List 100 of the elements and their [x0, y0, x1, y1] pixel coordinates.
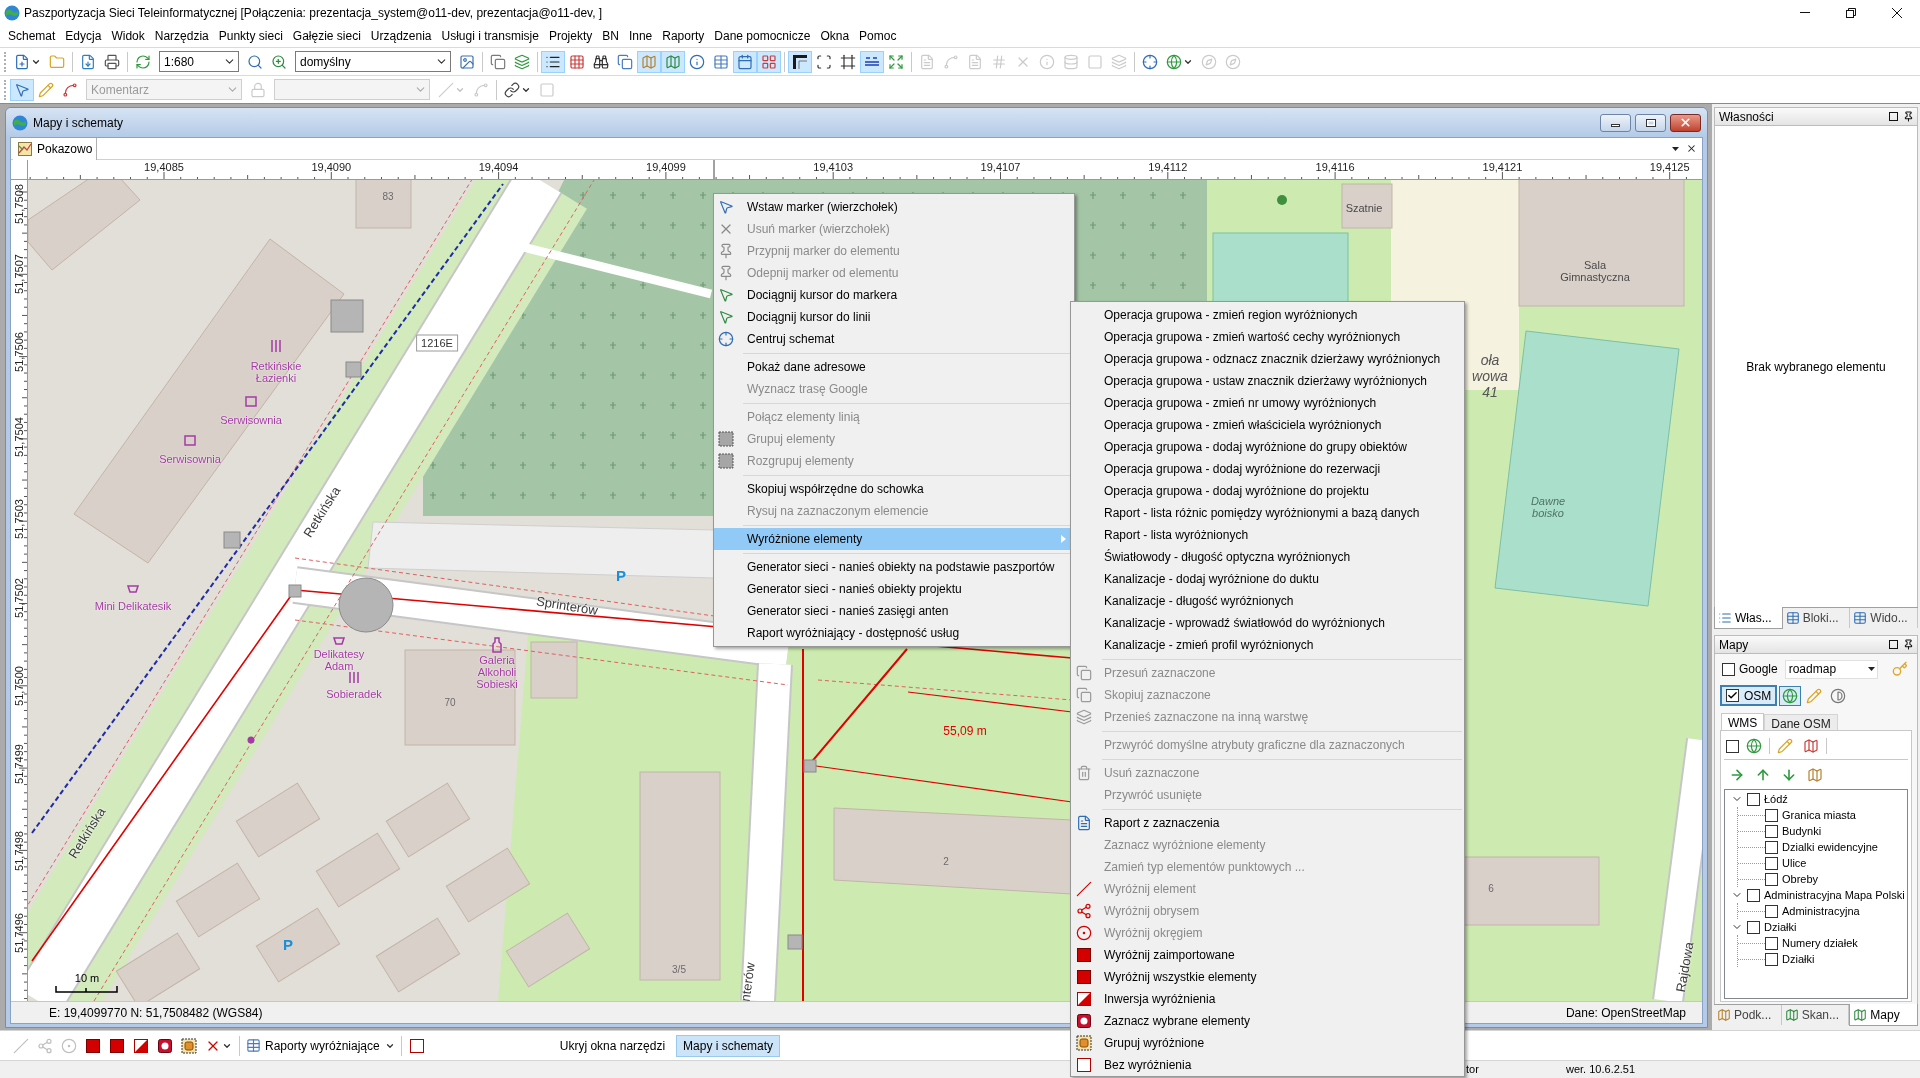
menu-item[interactable]: Grupuj wyróżnione: [1071, 1032, 1464, 1054]
menu-item[interactable]: Operacja grupowa - dodaj wyróżnione do grupy obiektów: [1071, 436, 1464, 458]
menu-item[interactable]: Operacja grupowa - dodaj wyróżnione do projektu: [1071, 480, 1464, 502]
menu-item[interactable]: Skopiuj współrzędne do schowka: [714, 478, 1074, 500]
checkbox[interactable]: [1765, 872, 1778, 886]
panel-tab[interactable]: Podk...: [1714, 1005, 1782, 1025]
checkbox[interactable]: [1765, 904, 1778, 918]
map-type-dropdown[interactable]: roadmap: [1784, 659, 1878, 679]
menu-bar-item[interactable]: Usługi i transmisje: [436, 25, 544, 47]
menu-item[interactable]: Pokaż dane adresowe: [714, 356, 1074, 378]
menu-item[interactable]: Generator sieci - nanieś obiekty na podstawie paszportów: [714, 556, 1074, 578]
menu-item[interactable]: Raport wyróżniający - dostępność usług: [714, 622, 1074, 644]
menu-item[interactable]: Generator sieci - nanieś zasięgi anten: [714, 600, 1074, 622]
reports-dropdown-button[interactable]: Raporty wyróżniające: [243, 1034, 398, 1057]
dropdown-field[interactable]: domyślny: [295, 51, 451, 72]
tree-item-label[interactable]: Granica miasta: [1782, 806, 1856, 824]
menu-item[interactable]: Operacja grupowa - ustaw znacznik dzierżawy wyróżnionych: [1071, 370, 1464, 392]
checkbox-label[interactable]: Google: [1739, 660, 1778, 678]
menu-item[interactable]: Kanalizacje - długość wyróżnionych: [1071, 590, 1464, 612]
pin-panel-button[interactable]: [1903, 111, 1914, 122]
minimize-button[interactable]: [1600, 113, 1631, 132]
tab[interactable]: WMS: [1721, 713, 1765, 731]
checkbox[interactable]: [1747, 888, 1760, 902]
checkbox[interactable]: [1726, 739, 1739, 753]
float-panel-button[interactable]: [1888, 111, 1899, 122]
menu-bar-item[interactable]: Raporty: [657, 25, 710, 47]
menu-item[interactable]: Raport - lista różnic pomiędzy wyróżnionymi a bazą danych: [1071, 502, 1464, 524]
menu-bar-item[interactable]: Narzędzia: [149, 25, 214, 47]
tree-item-label[interactable]: Obreby: [1782, 870, 1819, 888]
maximize-button[interactable]: [1635, 113, 1666, 132]
menu-item[interactable]: Operacja grupowa - zmień nr umowy wyróżnionych: [1071, 392, 1464, 414]
menu-item[interactable]: Dociągnij kursor do linii: [714, 306, 1074, 328]
checkbox[interactable]: [1747, 920, 1760, 934]
tree-item-label[interactable]: Administracyjna Mapa Polski: [1764, 886, 1905, 904]
menu-bar-item[interactable]: Urządzenia: [365, 25, 437, 47]
close-button[interactable]: [1670, 113, 1701, 132]
checkbox[interactable]: [1765, 840, 1778, 854]
panel-tab[interactable]: Włas...: [1714, 607, 1783, 629]
tree-item-label[interactable]: Budynki: [1782, 822, 1822, 840]
tree-item-label[interactable]: Numery działek: [1782, 934, 1858, 952]
menu-bar-item[interactable]: BN: [597, 25, 624, 47]
menu-item[interactable]: Raport - lista wyróżnionych: [1071, 524, 1464, 546]
menu-item[interactable]: Bez wyróżnienia: [1071, 1054, 1464, 1076]
menu-item[interactable]: Wstaw marker (wierzchołek): [714, 196, 1074, 218]
menu-bar-item[interactable]: Okna: [815, 25, 855, 47]
menu-bar-item[interactable]: Inne: [623, 25, 658, 47]
menu-bar-item[interactable]: Edycja: [60, 25, 107, 47]
dashed-square-icon: [718, 431, 734, 447]
node-icon: [345, 361, 362, 378]
tab[interactable]: Dane OSM: [1764, 714, 1838, 730]
tree-item-label[interactable]: Działki: [1782, 950, 1815, 968]
tree-item-label[interactable]: Dzialki ewidencyjne: [1782, 838, 1878, 856]
tree-item-label[interactable]: Administracyjna: [1782, 902, 1860, 920]
menu-item[interactable]: Raport z zaznaczenia: [1071, 812, 1464, 834]
checkbox[interactable]: [1722, 662, 1735, 676]
menu-item[interactable]: Inwersja wyróżnienia: [1071, 988, 1464, 1010]
float-panel-button[interactable]: [1888, 639, 1899, 650]
checkbox[interactable]: [1765, 952, 1778, 966]
menu-item[interactable]: Operacja grupowa - zmień właściciela wyróżnionych: [1071, 414, 1464, 436]
checkbox[interactable]: [1747, 792, 1760, 806]
panel-tab[interactable]: Bloki...: [1782, 608, 1851, 628]
menu-item[interactable]: Zaznacz wybrane elementy: [1071, 1010, 1464, 1032]
menu-item[interactable]: Operacja grupowa - zmień wartość cechy wyróżnionych: [1071, 326, 1464, 348]
globe-button[interactable]: [1779, 685, 1802, 706]
menu-item[interactable]: Operacja grupowa - odznacz znacznik dzierżawy wyróżnionych: [1071, 348, 1464, 370]
checkbox[interactable]: [1765, 808, 1778, 822]
menu-item[interactable]: Kanalizacje - dodaj wyróżnione do duktu: [1071, 568, 1464, 590]
document-tab[interactable]: Pokazowo: [13, 137, 98, 160]
menu-item[interactable]: Kanalizacje - wprowadź światłowód do wyróżnionych: [1071, 612, 1464, 634]
menu-item[interactable]: Światłowody - długość optyczna wyróżnionych: [1071, 546, 1464, 568]
menu-bar-item[interactable]: Dane pomocnicze: [709, 25, 816, 47]
tree-item-label[interactable]: Łódź: [1764, 790, 1788, 808]
menu-bar-item[interactable]: Gałęzie sieci: [287, 25, 366, 47]
dropdown-field[interactable]: 1:680: [159, 51, 239, 72]
window-bar-button[interactable]: Mapy i schematy: [676, 1034, 781, 1057]
pin-panel-button[interactable]: [1903, 639, 1914, 650]
menu-item[interactable]: Operacja grupowa - zmień region wyróżnionych: [1071, 304, 1464, 326]
menu-bar-item[interactable]: Schemat: [3, 25, 61, 47]
menu-bar-item[interactable]: Projekty: [543, 25, 598, 47]
menu-item[interactable]: Generator sieci - nanieś obiekty projektu: [714, 578, 1074, 600]
osm-layer-button[interactable]: OSM: [1720, 685, 1778, 706]
menu-item[interactable]: Dociągnij kursor do markera: [714, 284, 1074, 306]
panel-tab[interactable]: Mapy: [1849, 1004, 1918, 1026]
tree-item-label[interactable]: Ulice: [1782, 854, 1807, 872]
checkbox[interactable]: [1726, 689, 1739, 702]
menu-bar-item[interactable]: Pomoc: [854, 25, 902, 47]
menu-item[interactable]: Centruj schemat: [714, 328, 1074, 350]
tree-item-label[interactable]: Działki: [1764, 918, 1797, 936]
checkbox[interactable]: [1765, 824, 1778, 838]
bars-icon: [349, 671, 359, 684]
checkbox[interactable]: [1765, 856, 1778, 870]
menu-item[interactable]: Operacja grupowa - dodaj wyróżnione do rezerwacji: [1071, 458, 1464, 480]
menu-item[interactable]: Wyróżnij zaimportowane: [1071, 944, 1464, 966]
window-bar-button[interactable]: Ukryj okna narzędzi: [552, 1034, 673, 1057]
menu-bar-item[interactable]: Widok: [106, 25, 150, 47]
checkbox[interactable]: [1765, 936, 1778, 950]
menu-bar-item[interactable]: Punkty sieci: [213, 25, 288, 47]
menu-item[interactable]: Wyróżnij wszystkie elementy: [1071, 966, 1464, 988]
panel-tab[interactable]: Wido...: [1850, 608, 1918, 628]
menu-item[interactable]: Kanalizacje - zmień profil wyróżnionych: [1071, 634, 1464, 656]
